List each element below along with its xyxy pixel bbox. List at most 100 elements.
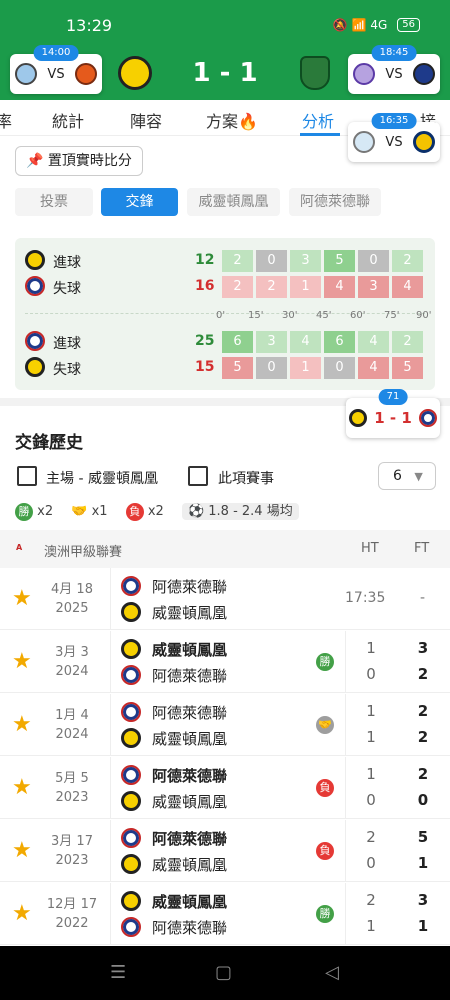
ht-away-score: 0 bbox=[366, 791, 376, 809]
stats-total: 16 bbox=[195, 278, 215, 294]
row-divider bbox=[110, 568, 111, 630]
ht-away-score: 1 bbox=[366, 917, 376, 935]
away-team-name: 阿德萊德聯 bbox=[152, 667, 228, 685]
stats-cell: 0 bbox=[358, 250, 389, 272]
stats-row: 進球 25 6 3 4 6 4 2 bbox=[15, 331, 435, 355]
star-icon[interactable]: ★ bbox=[12, 712, 32, 737]
match-row[interactable]: ★ 3月 17 2023 阿德萊德聯 威靈頓鳳凰 負 2 0 5 1 bbox=[0, 820, 450, 882]
competition-filter-label: 此項賽事 bbox=[218, 471, 274, 487]
ft-away-score: 2 bbox=[417, 665, 429, 683]
tab-rate[interactable]: 率 bbox=[0, 108, 12, 132]
vs-label: VS bbox=[385, 134, 403, 150]
pin-live-score-button[interactable]: 📌 置頂實時比分 bbox=[15, 146, 143, 176]
match-row[interactable]: ★ 5月 5 2023 阿德萊德聯 威靈頓鳳凰 負 1 0 2 0 bbox=[0, 757, 450, 819]
stats-cell: 1 bbox=[290, 276, 321, 298]
team-crest-icon bbox=[349, 409, 368, 427]
match-date: 12月 17 bbox=[46, 897, 98, 912]
status-icons: 🔕 📶 4G 56 bbox=[333, 18, 420, 32]
stats-cell: 6 bbox=[222, 331, 253, 353]
chevron-down-icon: ▼ bbox=[414, 470, 423, 483]
stats-cell: 0 bbox=[256, 357, 287, 379]
stats-cell: 2 bbox=[222, 276, 253, 298]
ft-placeholder: - bbox=[420, 590, 426, 606]
status-bar: 13:29 🔕 📶 4G 56 bbox=[0, 0, 450, 48]
tab-lineup[interactable]: 陣容 bbox=[130, 108, 162, 132]
stats-cell: 2 bbox=[222, 250, 253, 272]
loss-count: x2 bbox=[147, 504, 164, 519]
away-team-crest-icon[interactable] bbox=[300, 56, 330, 90]
team-crest-icon bbox=[25, 331, 45, 351]
ht-header: HT bbox=[361, 541, 379, 556]
star-icon[interactable]: ★ bbox=[12, 775, 32, 800]
stats-cell: 3 bbox=[290, 250, 321, 272]
match-year: 2024 bbox=[55, 727, 89, 742]
ht-away-score: 0 bbox=[366, 665, 376, 683]
battery-icon: 56 bbox=[397, 18, 420, 32]
team-crest-icon bbox=[121, 828, 141, 848]
away-team-name: 威靈頓鳳凰 bbox=[152, 730, 228, 748]
match-date: 3月 17 bbox=[51, 834, 93, 849]
row-divider bbox=[345, 694, 346, 756]
match-row[interactable]: ★ 1月 4 2024 阿德萊德聯 威靈頓鳳凰 🤝 1 1 2 2 bbox=[0, 694, 450, 756]
league-name: 澳洲甲級聯賽 bbox=[44, 545, 123, 560]
segment-home-team[interactable]: 威靈頓鳳凰 bbox=[187, 188, 280, 216]
ft-home-score: 3 bbox=[417, 639, 429, 657]
soccer-ball-icon: ⚽ bbox=[187, 504, 205, 519]
tab-stats[interactable]: 統計 bbox=[52, 108, 84, 132]
minute-tick: 75' bbox=[384, 310, 400, 321]
fire-icon: 🔥 bbox=[238, 112, 258, 131]
star-icon[interactable]: ★ bbox=[12, 649, 32, 674]
ft-away-score: 1 bbox=[417, 917, 429, 935]
match-date: 5月 5 bbox=[55, 771, 89, 786]
competition-filter-checkbox[interactable] bbox=[188, 466, 208, 486]
floating-match-card[interactable]: 16:35 VS bbox=[348, 113, 440, 162]
row-divider bbox=[110, 883, 111, 945]
tab-tips[interactable]: 方案🔥 bbox=[206, 108, 258, 132]
segment-away-team[interactable]: 阿德萊德聯 bbox=[289, 188, 381, 216]
match-count-select[interactable]: 6 ▼ bbox=[378, 462, 436, 490]
match-year: 2025 bbox=[55, 601, 89, 616]
segment-h2h[interactable]: 交鋒 bbox=[101, 188, 178, 216]
row-divider bbox=[110, 757, 111, 819]
h2h-title: 交鋒歷史 bbox=[15, 433, 83, 453]
h2h-legend: 勝 x2 🤝 x1 負 x2 ⚽ 1.8 - 2.4 場均 bbox=[15, 500, 299, 521]
ht-home-score: 2 bbox=[366, 828, 376, 846]
match-date: 3月 3 bbox=[55, 645, 89, 660]
team-crest-icon bbox=[121, 728, 141, 748]
handshake-icon: 🤝 bbox=[71, 504, 88, 519]
star-icon[interactable]: ★ bbox=[12, 901, 32, 926]
team-crest-icon bbox=[25, 357, 45, 377]
league-logo-icon: A bbox=[16, 543, 23, 552]
home-filter-checkbox[interactable] bbox=[17, 466, 37, 486]
star-icon[interactable]: ★ bbox=[12, 586, 32, 611]
win-count: x2 bbox=[37, 504, 54, 519]
ht-away-score: 1 bbox=[366, 728, 376, 746]
home-team-name: 阿德萊德聯 bbox=[152, 830, 228, 848]
ft-home-score: 3 bbox=[417, 891, 429, 909]
back-triangle-icon[interactable]: ◁ bbox=[325, 962, 339, 983]
home-square-icon[interactable]: ▢ bbox=[215, 962, 232, 983]
match-row[interactable]: ★ 3月 3 2024 威靈頓鳳凰 阿德萊德聯 勝 1 0 3 2 bbox=[0, 631, 450, 693]
live-score-badge[interactable]: 71 1 - 1 bbox=[346, 389, 440, 438]
ht-home-score: 1 bbox=[366, 765, 376, 783]
stats-cell: 4 bbox=[290, 331, 321, 353]
minute-tick: 30' bbox=[282, 310, 298, 321]
ht-home-score: 2 bbox=[366, 891, 376, 909]
ft-away-score: 0 bbox=[417, 791, 429, 809]
match-row[interactable]: ★ 4月 18 2025 阿德萊德聯 威靈頓鳳凰 17:35 - bbox=[0, 568, 450, 630]
stats-cell: 6 bbox=[324, 331, 355, 353]
row-divider bbox=[345, 883, 346, 945]
match-row[interactable]: ★ 12月 17 2022 威靈頓鳳凰 阿德萊德聯 勝 2 1 3 1 bbox=[0, 883, 450, 945]
tab-analysis[interactable]: 分析 bbox=[302, 108, 334, 132]
result-loss-badge: 負 bbox=[316, 842, 334, 860]
star-icon[interactable]: ★ bbox=[12, 838, 32, 863]
segment-vote[interactable]: 投票 bbox=[15, 188, 93, 216]
team-crest-icon bbox=[121, 602, 141, 622]
next-match-card[interactable]: 18:45 VS bbox=[348, 45, 440, 94]
stats-cell: 3 bbox=[256, 331, 287, 353]
system-nav-bar: ☰ ▢ ◁ bbox=[0, 946, 450, 1000]
average-goals-chip: ⚽ 1.8 - 2.4 場均 bbox=[181, 503, 299, 520]
ft-away-score: 1 bbox=[417, 854, 429, 872]
menu-icon[interactable]: ☰ bbox=[110, 962, 126, 983]
minute-tick: 15' bbox=[248, 310, 264, 321]
